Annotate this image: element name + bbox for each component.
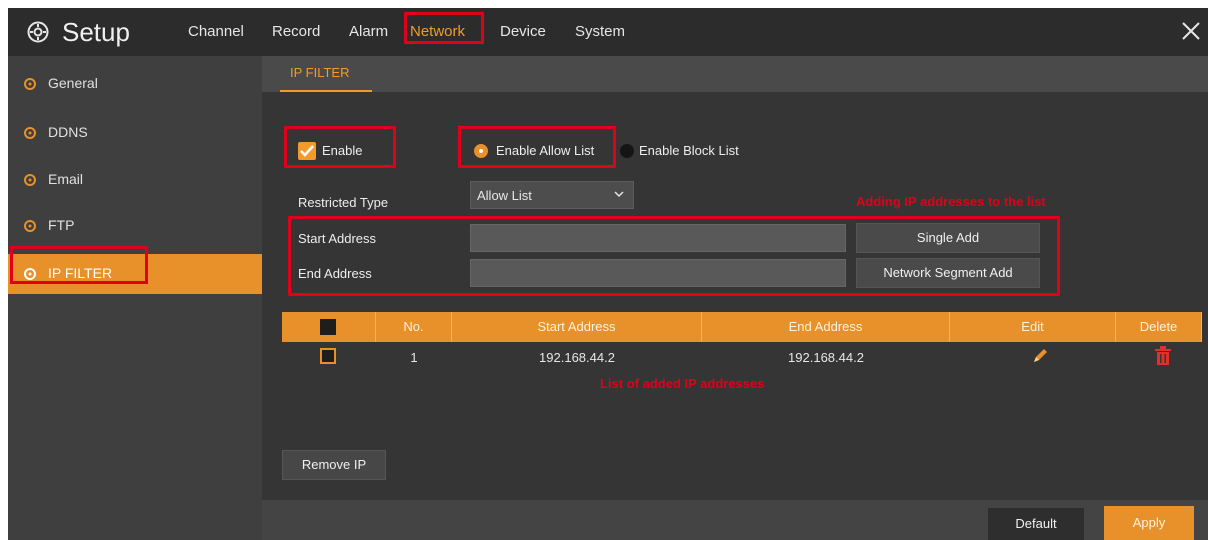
bottom-bar: Default Apply xyxy=(262,500,1208,540)
row-start-address: 192.168.44.2 xyxy=(539,350,615,365)
top-menu-bar: Setup Channel Record Alarm Network Devic… xyxy=(8,8,1208,56)
apply-button[interactable]: Apply xyxy=(1104,506,1194,540)
sidebar-item-label: DDNS xyxy=(48,124,88,140)
default-button[interactable]: Default xyxy=(988,508,1084,540)
bullet-icon xyxy=(24,220,36,232)
restricted-type-select[interactable]: Allow List xyxy=(470,181,634,209)
bullet-icon xyxy=(24,174,36,186)
tab-ip-filter[interactable]: IP FILTER xyxy=(280,56,372,92)
remove-ip-button[interactable]: Remove IP xyxy=(282,450,386,480)
bullet-icon xyxy=(24,78,36,90)
annotation-adding-note: Adding IP addresses to the list xyxy=(856,194,1046,209)
main-panel: IP FILTER Enable Enable Allow List Enabl… xyxy=(262,56,1208,540)
annotation-list-note: List of added IP addresses xyxy=(600,376,765,391)
menu-system[interactable]: System xyxy=(575,22,625,42)
menu-record[interactable]: Record xyxy=(272,22,320,42)
sidebar-item-label: Email xyxy=(48,171,84,187)
restricted-type-value: Allow List xyxy=(477,188,532,203)
ip-table-header: No. Start Address End Address Edit Delet… xyxy=(282,312,1202,342)
select-all-checkbox[interactable] xyxy=(320,319,336,335)
annotation-ip-filter xyxy=(10,246,148,284)
tab-bar: IP FILTER xyxy=(262,56,1208,92)
bullet-icon xyxy=(24,127,36,139)
annotation-allow-list xyxy=(458,126,616,168)
annotation-enable xyxy=(284,126,396,168)
sidebar-item-general[interactable]: General xyxy=(8,64,262,104)
menu-device[interactable]: Device xyxy=(500,22,546,42)
header-end-address: End Address xyxy=(702,312,950,342)
header-select-all xyxy=(282,312,376,342)
radio-block-list[interactable] xyxy=(620,144,634,158)
menu-channel[interactable]: Channel xyxy=(188,22,244,42)
row-checkbox[interactable] xyxy=(320,348,336,364)
menu-alarm[interactable]: Alarm xyxy=(349,22,388,42)
chevron-down-icon xyxy=(614,191,624,198)
header-no: No. xyxy=(376,312,452,342)
restricted-type-label: Restricted Type xyxy=(298,195,389,210)
sidebar-item-email[interactable]: Email xyxy=(8,160,262,200)
annotation-address-box xyxy=(288,216,1060,296)
sidebar-item-ddns[interactable]: DDNS xyxy=(8,113,262,153)
setup-window: Setup Channel Record Alarm Network Devic… xyxy=(8,8,1208,540)
sidebar: General DDNS Email FTP IP FILTER xyxy=(8,56,262,540)
header-delete: Delete xyxy=(1116,312,1202,342)
header-start-address: Start Address xyxy=(452,312,702,342)
close-icon[interactable] xyxy=(1178,18,1204,44)
pencil-icon[interactable] xyxy=(1030,346,1050,366)
trash-icon[interactable] xyxy=(1154,346,1172,366)
row-end-address: 192.168.44.2 xyxy=(788,350,864,365)
radio-block-label: Enable Block List xyxy=(639,143,739,158)
sidebar-item-label: FTP xyxy=(48,217,75,233)
row-no: 1 xyxy=(410,350,418,365)
annotation-network xyxy=(404,12,484,44)
sidebar-item-label: General xyxy=(48,75,98,91)
header-edit: Edit xyxy=(950,312,1116,342)
gear-icon xyxy=(27,21,49,43)
sidebar-item-ftp[interactable]: FTP xyxy=(8,206,262,246)
app-title: Setup xyxy=(62,17,130,47)
